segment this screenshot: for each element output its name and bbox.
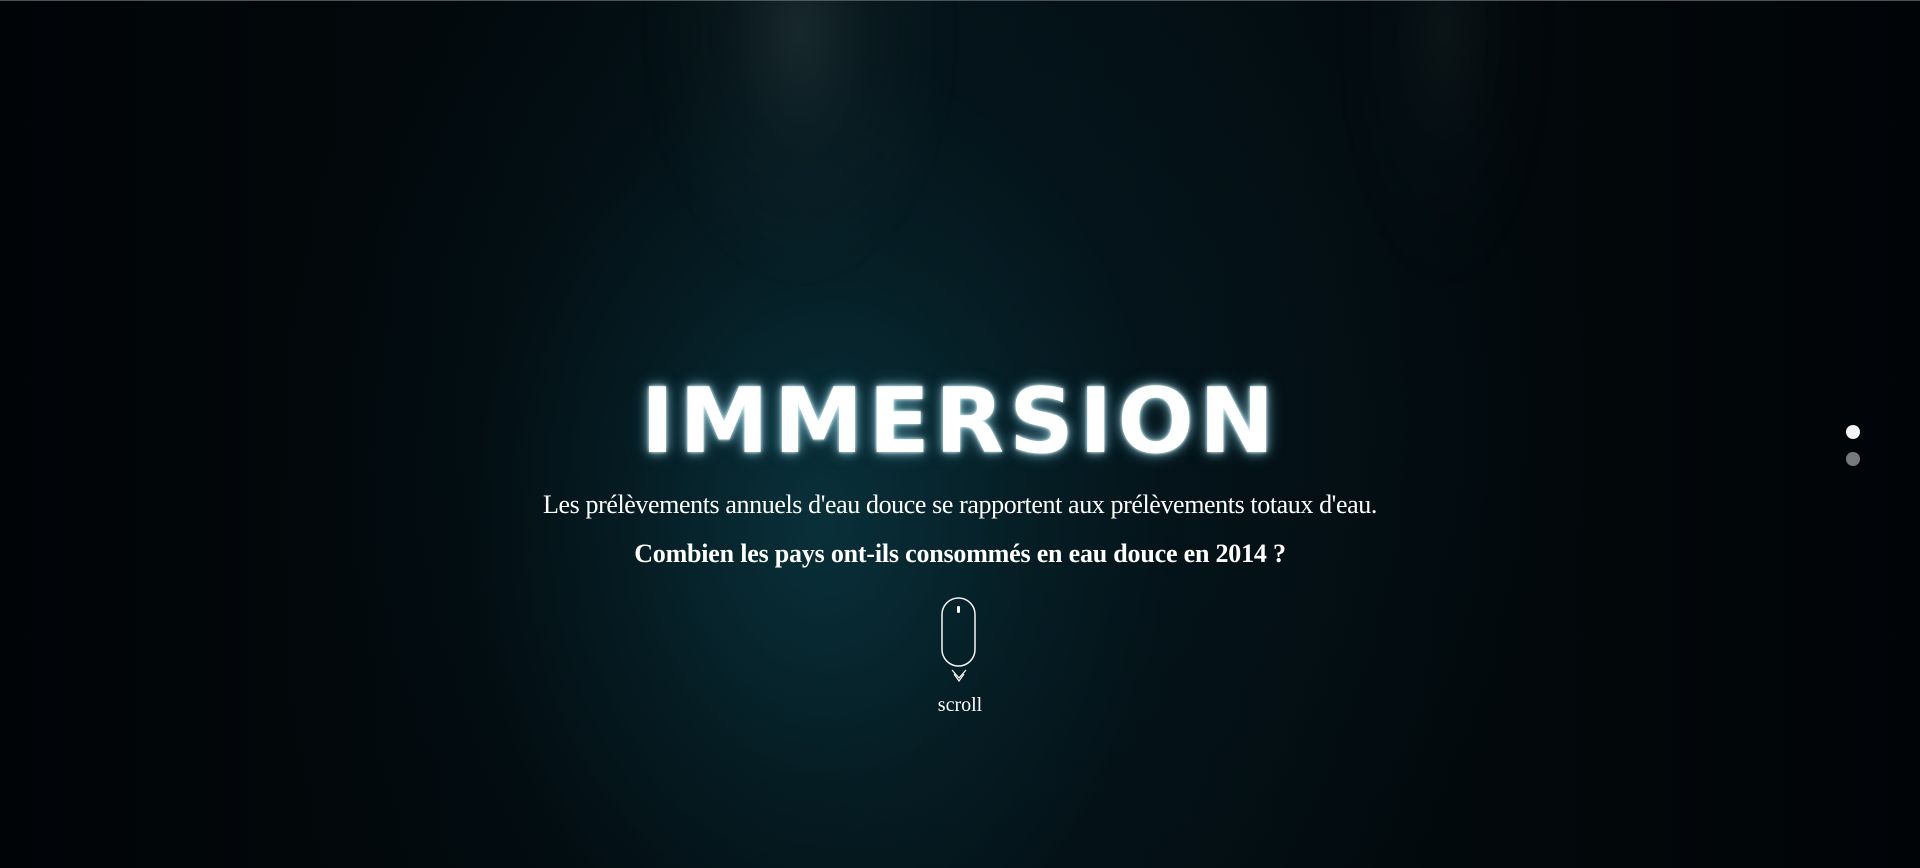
double-chevron-down-icon: [951, 669, 967, 683]
pagination-dot-1[interactable]: [1846, 425, 1860, 439]
immersion-hero: IMMERSION Les prélèvements annuels d'eau…: [0, 0, 1920, 868]
hero-question: Combien les pays ont-ils consommés en ea…: [634, 539, 1286, 568]
page-title: IMMERSION: [640, 369, 1280, 475]
scroll-label: scroll: [937, 694, 983, 716]
hero-description: Les prélèvements annuels d'eau douce se …: [543, 490, 1377, 519]
mouse-icon: [941, 597, 976, 667]
section-pagination: [1844, 425, 1862, 473]
scroll-down-button[interactable]: scroll: [922, 595, 998, 728]
hero-content: IMMERSION Les prélèvements annuels d'eau…: [0, 0, 1920, 868]
pagination-dot-2[interactable]: [1846, 452, 1860, 466]
